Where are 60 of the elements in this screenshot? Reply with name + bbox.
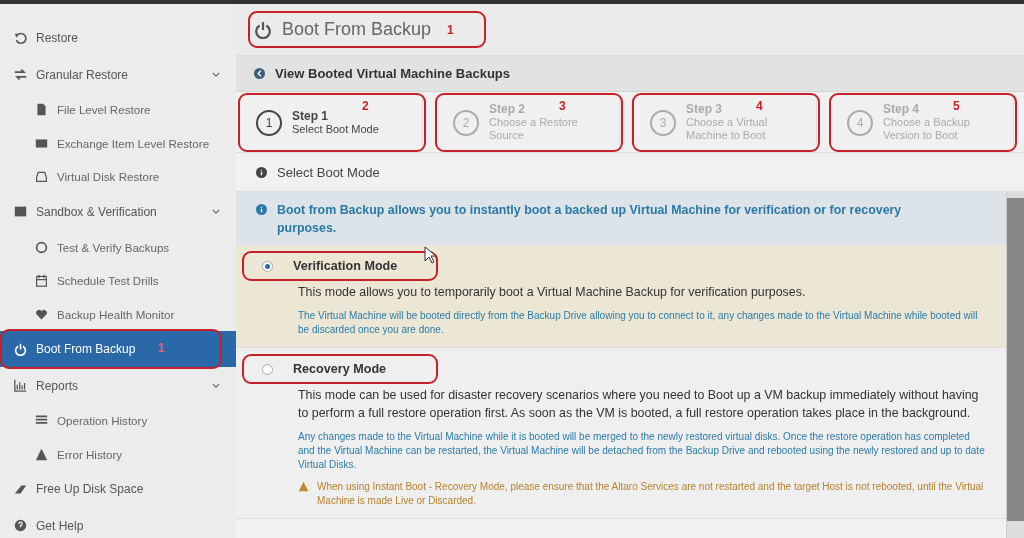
sidebar-subitem[interactable]: Exchange Item Level Restore	[0, 126, 236, 161]
sidebar-subitem[interactable]: Test & Verify Backups	[0, 230, 236, 264]
radio-button[interactable]	[262, 363, 273, 375]
info-icon	[256, 166, 267, 178]
wizard-step[interactable]: 2 Step 2 Choose a Restore Source 3	[439, 97, 620, 148]
eraser-icon	[14, 482, 27, 496]
radio-button[interactable]	[262, 260, 273, 272]
sidebar-subitem[interactable]: Backup Health Monitor	[0, 297, 236, 331]
page-title: Boot From Backup	[282, 19, 432, 40]
wizard-step[interactable]: 3 Step 3 Choose a Virtual Machine to Boot 4	[636, 97, 817, 148]
mouse-cursor-icon	[424, 246, 436, 264]
annotation-number: 1	[447, 22, 454, 37]
sidebar-item[interactable]: Reports	[0, 367, 236, 404]
sidebar-item[interactable]: Restore	[0, 20, 236, 57]
wizard-step[interactable]: 1 Step 1 Select Boot Mode 2	[242, 97, 423, 148]
sidebar-subitem[interactable]: Error History	[0, 437, 236, 471]
power-icon	[254, 20, 272, 39]
back-arrow-icon[interactable]	[254, 68, 265, 79]
chevron-icon[interactable]	[212, 209, 220, 215]
sidebar-item[interactable]: Boot From Backup 1	[0, 330, 236, 368]
warning-icon	[35, 447, 48, 461]
sidebar-item[interactable]: Free Up Disk Space	[0, 470, 236, 508]
section-title: Select Boot Mode	[277, 164, 380, 180]
warning-text: When using Instant Boot - Recovery Mode, please ensure that the Altaro Services are not restarted and the target Host is not rebooted, until the Virtual Machine is made Live or Discarded.	[317, 480, 985, 508]
mode-description: This mode can be used for disaster recovery scenarios where you need to Boot up a VM backup immediately without having to perform a full restore operation first. As soon as the VM is booted, a full restore operation takes place in the background.	[298, 387, 980, 422]
sidebar-item[interactable]: Get Help	[0, 507, 236, 538]
mode-label: Recovery Mode	[293, 362, 387, 376]
sidebar-item[interactable]: Sandbox & Verification	[0, 193, 236, 231]
wizard-step[interactable]: 4 Step 4 Choose a Backup Version to Boot 5	[833, 97, 1014, 148]
chevron-icon[interactable]	[212, 383, 220, 389]
sidebar-subitem[interactable]: Operation History	[0, 403, 236, 438]
calendar-icon	[35, 274, 48, 288]
sidebar-item[interactable]: Granular Restore	[0, 56, 236, 94]
annotation-number: 4	[756, 99, 763, 113]
mode-note: Any changes made to the Virtual Machine while it is booted will be merged to the newly restored virtual disks. Once the restore operation has completed and the Virtual Machine can be restarted, the Virtual Machine will be detached from the Backup Drive and rebooted using the newly restored and up to date Virtual Disks.	[298, 430, 986, 472]
restore-icon	[14, 31, 27, 45]
mode-description: This mode allows you to temporarily boot a Virtual Machine Backup for verification purposes.	[298, 284, 807, 301]
sidebar-subitem[interactable]: Schedule Test Drills	[0, 263, 236, 298]
info-icon	[256, 204, 267, 215]
heartbeat-icon	[35, 307, 48, 321]
annotation-number: 5	[953, 99, 960, 113]
mode-note: The Virtual Machine will be booted directly from the Backup Drive allowing you to connect to it, any changes made to the Virtual Machine while booted will be discarded once you are done.	[298, 309, 979, 337]
scrollbar[interactable]	[1006, 192, 1024, 538]
mode-label: Verification Mode	[293, 259, 398, 273]
file-icon	[35, 103, 48, 117]
back-link[interactable]: View Booted Virtual Machine Backups	[275, 66, 511, 81]
annotation-number: 2	[362, 99, 369, 113]
disk-drive-icon	[35, 170, 48, 184]
help-icon	[14, 519, 27, 533]
warning-icon	[298, 481, 309, 492]
annotation-number: 3	[559, 99, 566, 113]
circle-icon	[35, 240, 48, 254]
sidebar-subitem[interactable]: File Level Restore	[0, 93, 236, 127]
swap-arrows-icon	[14, 68, 27, 82]
annotation-number: 1	[158, 340, 165, 355]
chevron-icon[interactable]	[212, 72, 220, 78]
sidebar-subitem[interactable]: Virtual Disk Restore	[0, 160, 236, 194]
info-text: Boot from Backup allows you to instantly boot a backed up Virtual Machine for verification or for recovery purposes.	[277, 202, 903, 237]
bar-chart-icon	[14, 379, 27, 393]
power-icon	[14, 342, 27, 356]
